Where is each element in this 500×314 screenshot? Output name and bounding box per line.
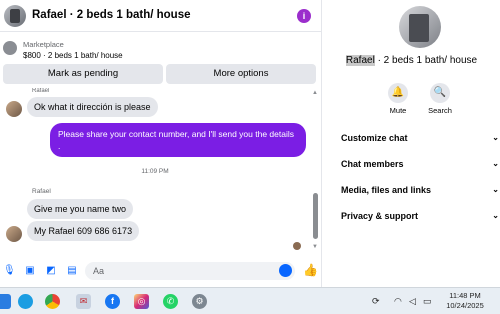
- section-media-files-links[interactable]: Media, files and links ⌄: [341, 185, 499, 199]
- clock-time: 11:48 PM: [449, 291, 481, 300]
- message-bubble-incoming: Give me you name two: [27, 199, 134, 219]
- mute-action[interactable]: 🔔 Mute: [378, 83, 418, 115]
- chat-pane: Rafael · 2 beds 1 bath/ house i Marketpl…: [0, 0, 322, 287]
- listing-summary[interactable]: $800 · 2 beds 1 bath/ house: [23, 51, 123, 60]
- chat-title[interactable]: Rafael · 2 beds 1 bath/ house: [32, 9, 190, 21]
- sender-name: Rafael: [32, 188, 51, 195]
- info-icon[interactable]: i: [297, 9, 311, 23]
- section-label: Privacy & support: [341, 211, 419, 221]
- conversation-details-pane: Rafael · 2 beds 1 bath/ house 🔔 Mute 🔍 S…: [323, 0, 500, 287]
- listing-thumbnail[interactable]: [3, 41, 17, 55]
- instagram-icon[interactable]: ◎: [134, 294, 149, 309]
- chevron-down-icon: ⌄: [492, 159, 499, 168]
- message-composer: 🎙 ▣ ◩ ▤ 👍: [0, 258, 322, 286]
- section-customize-chat[interactable]: Customize chat ⌄: [341, 133, 499, 147]
- sender-avatar[interactable]: [6, 101, 22, 117]
- message-bubble-incoming: Ok what it dirección is please: [27, 97, 158, 117]
- avatar[interactable]: [4, 5, 26, 27]
- message-timestamp: 11:09 PM: [141, 168, 169, 175]
- sender-avatar[interactable]: [6, 226, 22, 242]
- emoji-icon[interactable]: [279, 264, 292, 277]
- windows-icon[interactable]: [0, 294, 11, 309]
- message-list: Rafael Ok what it dirección is please Pl…: [0, 88, 322, 256]
- message-bubble-outgoing: Please share your contact number, and I'…: [50, 123, 306, 157]
- contact-avatar[interactable]: [399, 6, 441, 48]
- scroll-down-arrow-icon[interactable]: ▼: [312, 244, 318, 250]
- whatsapp-icon[interactable]: ✆: [163, 294, 178, 309]
- edge-icon[interactable]: [18, 294, 33, 309]
- refresh-icon[interactable]: ⟳: [372, 296, 380, 307]
- image-icon[interactable]: ▣: [24, 265, 36, 277]
- section-label: Customize chat: [341, 133, 408, 143]
- search-label: Search: [428, 106, 452, 115]
- scroll-up-arrow-icon[interactable]: ▲: [312, 90, 318, 96]
- marketplace-label: Marketplace: [23, 40, 64, 49]
- facebook-icon[interactable]: f: [105, 294, 120, 309]
- mail-icon[interactable]: ✉: [76, 294, 91, 309]
- wifi-icon[interactable]: ◠: [394, 296, 402, 307]
- message-bubble-incoming: My Rafael 609 686 6173: [27, 221, 140, 241]
- more-options-button[interactable]: More options: [166, 64, 316, 84]
- contact-name: Rafael: [345, 55, 375, 66]
- clock-date: 10/24/2025: [446, 301, 484, 310]
- sender-name: Rafael: [32, 88, 50, 94]
- mark-as-pending-button[interactable]: Mark as pending: [3, 64, 163, 84]
- listing-title: · 2 beds 1 bath/ house: [374, 55, 478, 66]
- bell-icon[interactable]: 🔔: [388, 83, 408, 103]
- section-label: Chat members: [341, 159, 404, 169]
- read-receipt-avatar: [293, 242, 301, 250]
- section-privacy-support[interactable]: Privacy & support ⌄: [341, 211, 499, 225]
- chevron-down-icon: ⌄: [492, 133, 499, 142]
- chevron-down-icon: ⌄: [492, 185, 499, 194]
- search-action[interactable]: 🔍 Search: [420, 83, 460, 115]
- scrollbar[interactable]: ▲ ▼: [312, 90, 319, 254]
- mute-label: Mute: [389, 106, 407, 115]
- message-input[interactable]: [85, 262, 295, 280]
- section-label: Media, files and links: [341, 185, 432, 195]
- marketplace-banner: Marketplace $800 · 2 beds 1 bath/ house …: [0, 34, 322, 96]
- section-chat-members[interactable]: Chat members ⌄: [341, 159, 499, 173]
- volume-icon[interactable]: ◁: [409, 296, 416, 307]
- thumbs-up-icon[interactable]: 👍: [303, 263, 318, 277]
- settings-icon[interactable]: ⚙: [192, 294, 207, 309]
- gif-icon[interactable]: ▤: [66, 265, 78, 277]
- search-icon[interactable]: 🔍: [430, 83, 450, 103]
- scroll-thumb[interactable]: [313, 193, 318, 239]
- microphone-icon[interactable]: 🎙: [3, 265, 16, 277]
- chrome-icon[interactable]: [45, 294, 60, 309]
- taskbar: ✉ f ◎ ✆ ⚙ ⟳ ◠ ◁ ▭ 11:48 PM 10/24/2025: [0, 287, 500, 314]
- chevron-down-icon: ⌄: [492, 211, 499, 220]
- conversation-title: Rafael · 2 beds 1 bath/ house: [323, 55, 500, 66]
- sticker-icon[interactable]: ◩: [45, 265, 57, 277]
- battery-icon[interactable]: ▭: [423, 296, 432, 307]
- system-clock[interactable]: 11:48 PM 10/24/2025: [440, 291, 490, 311]
- chat-header: Rafael · 2 beds 1 bath/ house i: [0, 0, 322, 32]
